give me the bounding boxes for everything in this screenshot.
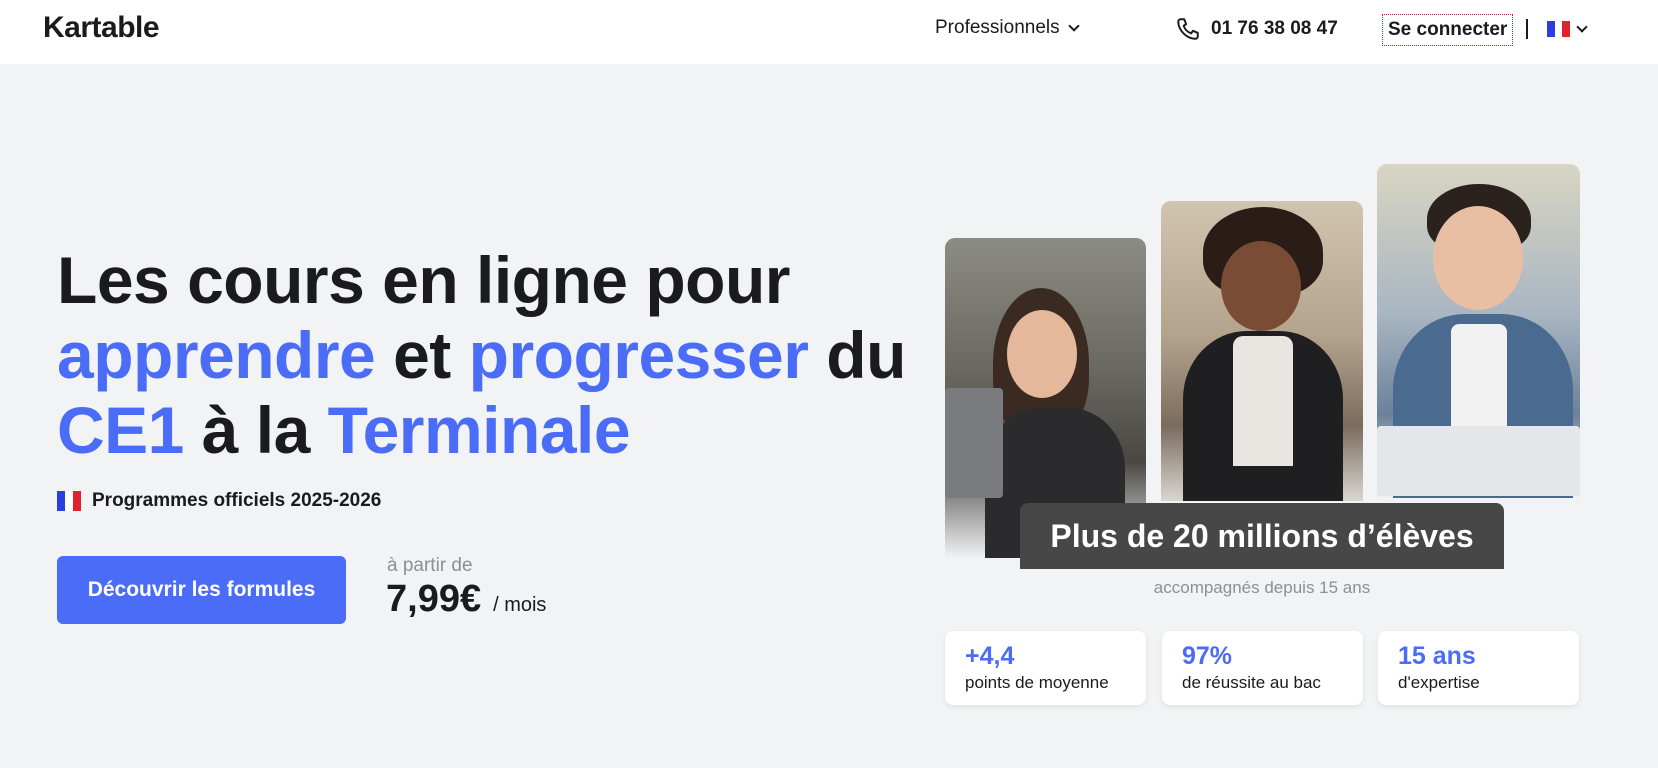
stat-label: de réussite au bac <box>1182 673 1321 692</box>
face-shape <box>1007 310 1077 398</box>
students-count-banner: Plus de 20 millions d’élèves <box>1020 503 1504 569</box>
hero-word-terminale: Terminale <box>327 393 631 467</box>
professionnels-label: Professionnels <box>935 17 1060 38</box>
students-count-subtitle: accompagnés depuis 15 ans <box>1153 578 1371 597</box>
phone-number: 01 76 38 08 47 <box>1211 18 1338 39</box>
price-amount: 7,99€ <box>386 578 482 620</box>
chevron-down-icon <box>1576 20 1588 33</box>
chevron-down-icon <box>1067 19 1080 32</box>
student-photo-headphones <box>1161 201 1363 501</box>
hero-word-du: du <box>826 318 906 392</box>
price-period: / mois <box>493 594 547 616</box>
student-photo-boy <box>1377 164 1580 498</box>
laptop-shape <box>1377 426 1580 496</box>
hero-title: Les cours en ligne pour apprendre et pro… <box>57 243 917 468</box>
professionnels-menu[interactable]: Professionnels <box>935 17 1080 39</box>
login-button[interactable]: Se connecter <box>1382 14 1514 46</box>
header-divider <box>1526 19 1528 39</box>
french-flag-icon <box>57 491 81 511</box>
stat-label: d'expertise <box>1398 673 1480 692</box>
stat-card-expertise: 15 ans d'expertise <box>1378 631 1579 705</box>
face-shape <box>1433 206 1523 310</box>
programmes-label: Programmes officiels 2025-2026 <box>92 490 382 511</box>
hero-word-apprendre: apprendre <box>57 318 376 392</box>
hero-word-progresser: progresser <box>468 318 809 392</box>
programmes-badge: Programmes officiels 2025-2026 <box>57 490 381 512</box>
discover-plans-button[interactable]: Découvrir les formules <box>57 556 346 624</box>
french-flag-icon <box>1547 21 1571 37</box>
phone-icon <box>1177 18 1199 40</box>
stat-card-average: +4,4 points de moyenne <box>945 631 1146 705</box>
hero-word-a-la: à la <box>201 393 311 467</box>
price: 7,99€ / mois <box>386 578 546 621</box>
top-navbar: Kartable Professionnels 01 76 38 08 47 S… <box>0 0 1658 64</box>
hero-word-et: et <box>393 318 451 392</box>
stat-value: 97% <box>1182 642 1233 670</box>
shirt-shape <box>1451 324 1507 434</box>
stat-card-bac: 97% de réussite au bac <box>1162 631 1363 705</box>
laptop-shape <box>945 388 1003 498</box>
phone-link[interactable]: 01 76 38 08 47 <box>1175 16 1338 42</box>
price-from-label: à partir de <box>387 555 473 576</box>
stat-value: 15 ans <box>1398 642 1476 670</box>
stat-value: +4,4 <box>965 642 1015 670</box>
language-selector[interactable] <box>1547 20 1588 37</box>
shirt-shape <box>1233 336 1293 466</box>
kartable-logo[interactable]: Kartable <box>43 11 160 45</box>
hero-title-line1: Les cours en ligne pour <box>57 243 790 317</box>
face-shape <box>1221 241 1301 331</box>
stat-label: points de moyenne <box>965 673 1109 692</box>
hero-word-ce1: CE1 <box>57 393 184 467</box>
